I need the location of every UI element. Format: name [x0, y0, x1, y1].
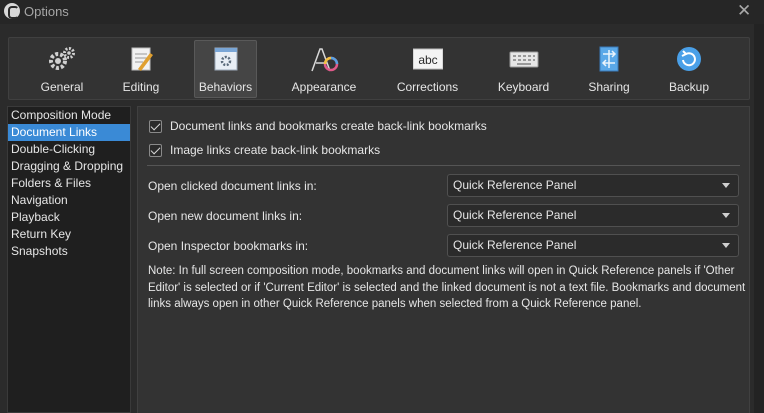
- chevron-down-icon: [722, 243, 730, 248]
- tab-editing[interactable]: Editing: [109, 40, 173, 98]
- tab-sharing[interactable]: Sharing: [577, 40, 641, 98]
- checkbox-label: Image links create back-link bookmarks: [170, 143, 381, 157]
- tab-label: Backup: [668, 80, 710, 94]
- close-icon[interactable]: ✕: [737, 1, 751, 21]
- image-backlinks-option[interactable]: Image links create back-link bookmarks: [149, 142, 380, 158]
- chevron-down-icon: [722, 213, 730, 218]
- open-inspector-bookmarks-label: Open Inspector bookmarks in:: [148, 239, 309, 253]
- tab-label: Keyboard: [497, 80, 550, 94]
- sidebar-item-document-links[interactable]: Document Links: [8, 124, 130, 141]
- select-value: Quick Reference Panel: [453, 208, 577, 222]
- settings-panel: Document links and bookmarks create back…: [137, 106, 750, 413]
- background-window: [754, 24, 764, 413]
- open-new-links-label: Open new document links in:: [148, 209, 303, 223]
- gears-icon: [49, 47, 75, 70]
- tab-corrections[interactable]: abc Corrections: [385, 40, 470, 98]
- svg-text:abc: abc: [418, 53, 437, 67]
- tab-behaviors[interactable]: Behaviors: [194, 40, 257, 98]
- backlink-bookmarks-checkbox[interactable]: [149, 119, 162, 133]
- help-note: Note: In full screen composition mode, b…: [148, 265, 746, 310]
- pencil-paper-icon: [131, 47, 153, 71]
- open-clicked-links-select[interactable]: Quick Reference Panel: [447, 174, 739, 197]
- sidebar-item-navigation[interactable]: Navigation: [8, 192, 130, 209]
- tab-label: General: [40, 80, 84, 94]
- window-gear-icon: [214, 47, 237, 71]
- tab-general[interactable]: General: [15, 40, 109, 98]
- open-inspector-bookmarks-select[interactable]: Quick Reference Panel: [447, 234, 739, 257]
- divider: [147, 165, 740, 166]
- tab-label: Corrections: [396, 80, 459, 94]
- sidebar-item-playback[interactable]: Playback: [8, 209, 130, 226]
- select-value: Quick Reference Panel: [453, 238, 577, 252]
- sidebar-item-composition-mode[interactable]: Composition Mode: [8, 107, 130, 124]
- tab-appearance[interactable]: Appearance: [280, 40, 368, 98]
- chevron-down-icon: [722, 183, 730, 188]
- tab-label: Editing: [122, 80, 160, 94]
- preferences-toolbar: General Editing Behaviors Appearance abc…: [8, 37, 750, 100]
- sidebar-item-dragging-dropping[interactable]: Dragging & Dropping: [8, 158, 130, 175]
- sidebar-item-double-clicking[interactable]: Double-Clicking: [8, 141, 130, 158]
- app-icon: [4, 3, 20, 19]
- font-color-icon: [311, 48, 339, 72]
- image-backlinks-checkbox[interactable]: [149, 143, 162, 157]
- window-title: Options: [24, 4, 69, 19]
- tab-label: Behaviors: [198, 80, 253, 94]
- sidebar-item-folders-files[interactable]: Folders & Files: [8, 175, 130, 192]
- sidebar-item-return-key[interactable]: Return Key: [8, 226, 130, 243]
- title-bar: Options ✕: [0, 0, 764, 24]
- backlink-bookmarks-option[interactable]: Document links and bookmarks create back…: [149, 118, 487, 134]
- open-new-links-select[interactable]: Quick Reference Panel: [447, 204, 739, 227]
- tab-keyboard[interactable]: Keyboard: [488, 40, 559, 98]
- open-clicked-links-label: Open clicked document links in:: [148, 179, 317, 193]
- tab-label: Sharing: [588, 80, 630, 94]
- category-list: Composition Mode Document Links Double-C…: [7, 106, 131, 413]
- backup-icon: [677, 47, 701, 71]
- checkbox-label: Document links and bookmarks create back…: [170, 119, 487, 133]
- sidebar-item-snapshots[interactable]: Snapshots: [8, 243, 130, 260]
- abc-icon: abc: [412, 48, 443, 70]
- keyboard-icon: [509, 51, 538, 68]
- share-icon: [599, 46, 619, 72]
- tab-label: Appearance: [291, 80, 357, 94]
- select-value: Quick Reference Panel: [453, 178, 577, 192]
- tab-backup[interactable]: Backup: [659, 40, 719, 98]
